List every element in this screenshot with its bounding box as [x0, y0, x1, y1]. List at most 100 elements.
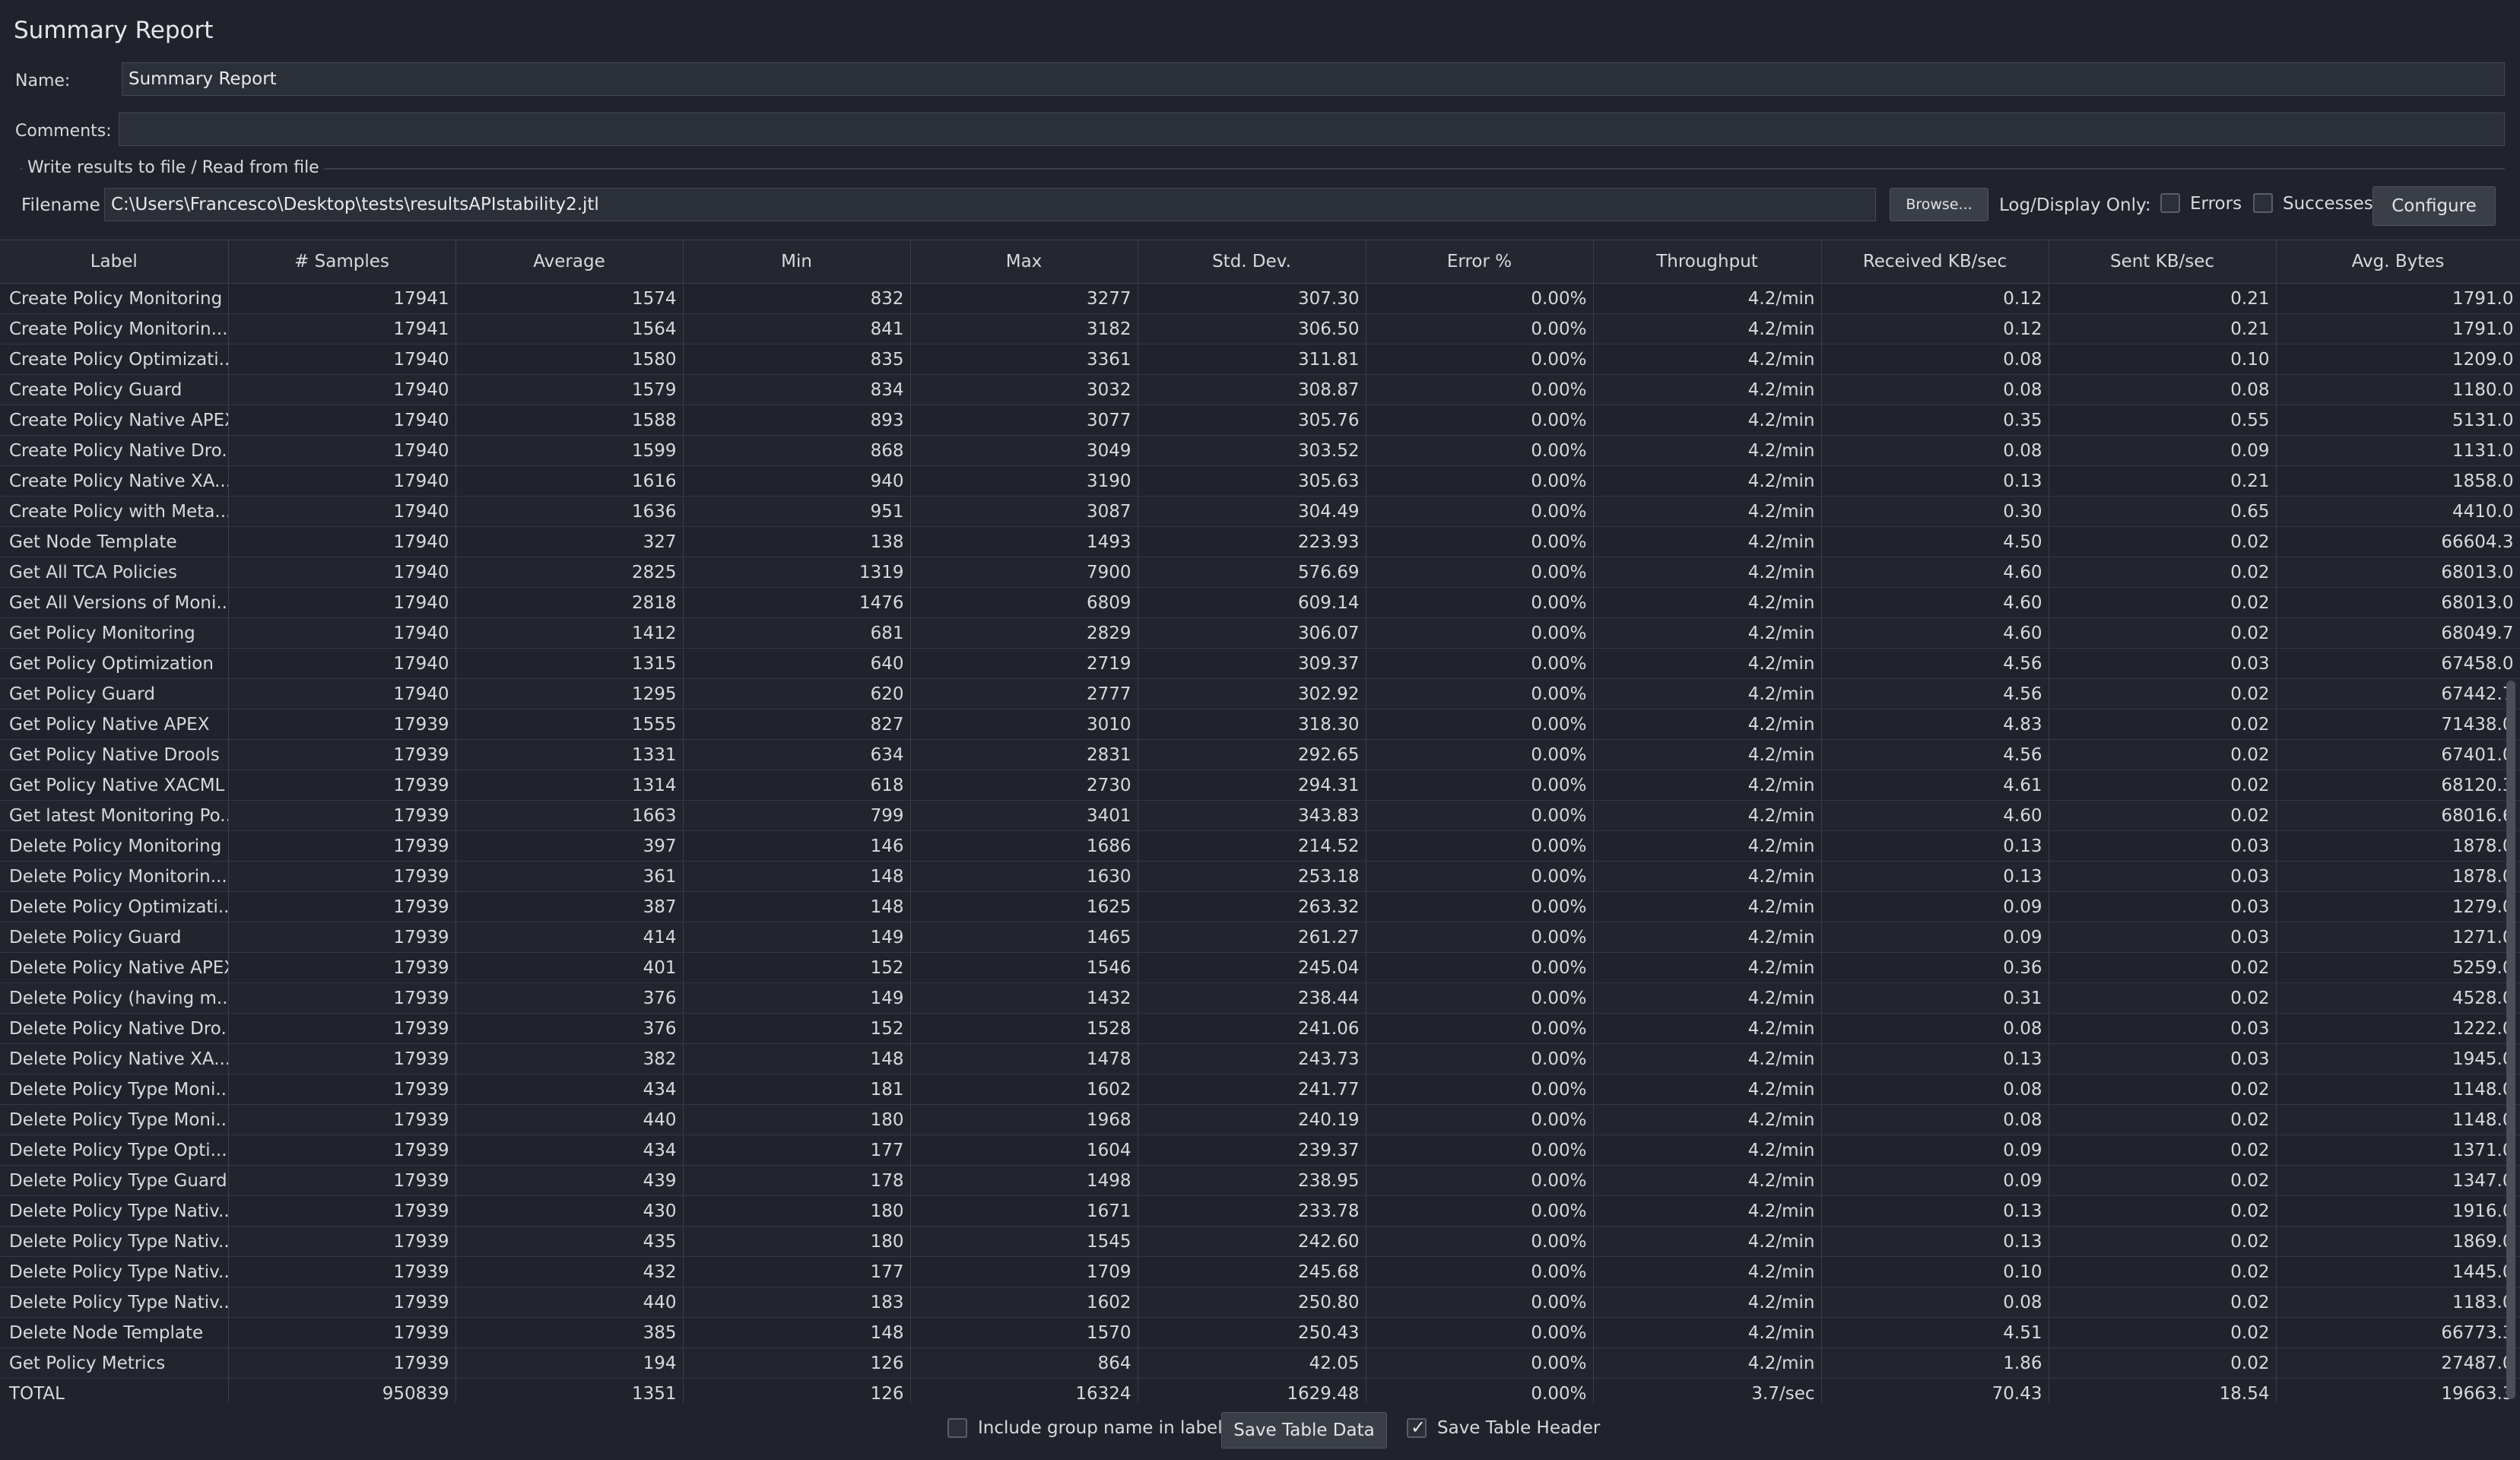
table-row[interactable]: Create Policy Guard 17940 1579 834 3032 308.8… [0, 374, 2520, 405]
table-row[interactable]: Delete Policy Type Moni... 17939 434 181 160… [0, 1074, 2520, 1105]
table-row[interactable]: Delete Policy Type Nativ... 17939 432 177 17… [0, 1256, 2520, 1287]
table-cell: 0.08 [1821, 374, 2049, 405]
table-row[interactable]: Get latest Monitoring Po... 17939 1663 799 3… [0, 800, 2520, 831]
table-row[interactable]: Get Policy Optimization 17940 1315 640 2719 3… [0, 648, 2520, 679]
table-row[interactable]: Create Policy Optimizati... 17940 1580 835 3… [0, 344, 2520, 375]
table-row[interactable]: Create Policy Native APEX 17940 1588 893 307… [0, 405, 2520, 436]
table-row[interactable]: Create Policy with Meta... 17940 1636 951 30… [0, 496, 2520, 527]
table-row[interactable]: Delete Policy Type Nativ... 17939 430 180 16… [0, 1195, 2520, 1227]
column-header-throughput[interactable]: Throughput [1593, 240, 1822, 284]
table-row[interactable]: Delete Policy Type Opti... 17939 434 177 160… [0, 1135, 2520, 1166]
comments-field[interactable] [119, 113, 2505, 146]
table-row[interactable]: Delete Policy Type Nativ... 17939 435 180 15… [0, 1226, 2520, 1257]
table-row[interactable]: Delete Policy Native APEX 17939 401 152 1546… [0, 952, 2520, 983]
table-cell: 893 [683, 405, 911, 436]
table-cell: 4.2/min [1593, 405, 1822, 436]
table-row[interactable]: Delete Node Template 17939 385 148 1570 250.4… [0, 1317, 2520, 1348]
table-cell: 4.51 [1821, 1317, 2049, 1348]
table-row[interactable]: Create Policy Native XA... 17940 1616 940 31… [0, 465, 2520, 497]
table-cell: Delete Policy Native APEX [0, 952, 229, 983]
table-cell: 950839 [228, 1378, 456, 1403]
save-table-data-button[interactable]: Save Table Data [1221, 1412, 1387, 1449]
table-row[interactable]: Delete Policy Monitorin... 17939 361 148 163… [0, 861, 2520, 892]
table-row[interactable]: Delete Policy Type Moni... 17939 440 180 196… [0, 1104, 2520, 1135]
table-row[interactable]: Delete Policy Monitoring 17939 397 146 1686 2… [0, 830, 2520, 862]
browse-button[interactable]: Browse... [1890, 188, 1988, 221]
table-row[interactable]: Get Policy Native XACML 17939 1314 618 2730 2… [0, 770, 2520, 801]
filename-field[interactable]: C:\Users\Francesco\Desktop\tests\results… [104, 188, 1876, 221]
table-row[interactable]: Get Policy Guard 17940 1295 620 2777 302.92 0.… [0, 678, 2520, 709]
table-cell: 4.2/min [1593, 435, 1822, 466]
column-header-sent-kb-sec[interactable]: Sent KB/sec [2049, 240, 2277, 284]
table-row[interactable]: Delete Policy Native Dro... 17939 376 152 15… [0, 1013, 2520, 1044]
table-row-total[interactable]: TOTAL 950839 1351 126 16324 1629.48 0.00% 3.7/s… [0, 1378, 2520, 1403]
table-cell: 0.21 [2049, 465, 2277, 497]
column-header-error[interactable]: Error % [1366, 240, 1594, 284]
table-cell: 868 [683, 435, 911, 466]
table-row[interactable]: Get All TCA Policies 17940 2825 1319 7900 576… [0, 557, 2520, 588]
file-group-border [20, 168, 2505, 170]
table-row[interactable]: Delete Policy Type Nativ... 17939 440 183 16… [0, 1287, 2520, 1318]
table-cell: 940 [683, 465, 911, 497]
table-row[interactable]: Get Node Template 17940 327 138 1493 223.93 0.… [0, 526, 2520, 557]
column-header-samples[interactable]: # Samples [228, 240, 456, 284]
table-cell: 1671 [910, 1195, 1138, 1227]
table-row[interactable]: Get Policy Metrics 17939 194 126 864 42.05 0.0… [0, 1347, 2520, 1379]
column-header-average[interactable]: Average [455, 240, 684, 284]
table-row[interactable]: Create Policy Monitoring 17941 1574 832 3277… [0, 283, 2520, 314]
table-cell: 0.65 [2049, 496, 2277, 527]
table-cell: 3401 [910, 800, 1138, 831]
file-group-legend: Write results to file / Read from file [23, 158, 324, 177]
results-table-container: Label # Samples Average Min Max Std. Dev. Erro… [0, 240, 2520, 1403]
table-cell: 17940 [228, 617, 456, 649]
table-row[interactable]: Get Policy Native Drools 17939 1331 634 2831… [0, 739, 2520, 770]
table-row[interactable]: Delete Policy Guard 17939 414 149 1465 261.27… [0, 922, 2520, 953]
errors-checkbox[interactable] [2160, 193, 2180, 213]
column-header-received-kb-sec[interactable]: Received KB/sec [1821, 240, 2049, 284]
table-cell: 180 [683, 1195, 911, 1227]
table-cell: 68013.0 [2276, 587, 2520, 618]
table-cell: 0.03 [2049, 861, 2277, 892]
column-header-min[interactable]: Min [683, 240, 911, 284]
table-cell: 0.02 [2049, 1165, 2277, 1196]
table-cell: 1616 [455, 465, 684, 497]
table-cell: Get All TCA Policies [0, 557, 229, 588]
table-row[interactable]: Get All Versions of Moni... 17940 2818 1476… [0, 587, 2520, 618]
table-cell: 0.13 [1821, 1226, 2049, 1257]
table-row[interactable]: Delete Policy Type Guard 17939 439 178 1498 2… [0, 1165, 2520, 1196]
table-cell: 834 [683, 374, 911, 405]
table-cell: 0.02 [2049, 526, 2277, 557]
table-cell: 0.08 [1821, 1104, 2049, 1135]
name-field[interactable]: Summary Report [122, 62, 2505, 96]
table-cell: 0.02 [2049, 1195, 2277, 1227]
include-group-checkbox[interactable] [947, 1418, 967, 1438]
column-header-max[interactable]: Max [910, 240, 1138, 284]
table-row[interactable]: Delete Policy Optimizati... 17939 387 148 16… [0, 891, 2520, 922]
table-cell: 1791.0 [2276, 313, 2520, 344]
table-cell: 0.08 [1821, 1074, 2049, 1105]
table-cell: 1579 [455, 374, 684, 405]
table-cell: 435 [455, 1226, 684, 1257]
table-cell: Get Node Template [0, 526, 229, 557]
table-cell: 382 [455, 1043, 684, 1074]
table-cell: 242.60 [1138, 1226, 1366, 1257]
table-cell: 951 [683, 496, 911, 527]
table-row[interactable]: Create Policy Monitorin... 17941 1564 841 31… [0, 313, 2520, 344]
table-cell: 0.02 [2049, 1317, 2277, 1348]
table-cell: 1663 [455, 800, 684, 831]
table-row[interactable]: Delete Policy (having m... 17939 376 149 143… [0, 982, 2520, 1014]
save-table-header-checkbox[interactable] [1407, 1417, 1427, 1438]
table-row[interactable]: Delete Policy Native XA... 17939 382 148 147… [0, 1043, 2520, 1074]
table-row[interactable]: Create Policy Native Dro... 17940 1599 868 3… [0, 435, 2520, 466]
table-row[interactable]: Get Policy Monitoring 17940 1412 681 2829 306… [0, 617, 2520, 649]
table-cell: 0.13 [1821, 1195, 2049, 1227]
vertical-scrollbar-thumb[interactable] [2506, 681, 2515, 1399]
column-header-label[interactable]: Label [0, 240, 229, 284]
configure-button[interactable]: Configure [2372, 186, 2496, 226]
column-header-avg-bytes[interactable]: Avg. Bytes [2276, 240, 2520, 284]
table-row[interactable]: Get Policy Native APEX 17939 1555 827 3010 31… [0, 709, 2520, 740]
table-cell: 0.02 [2049, 557, 2277, 588]
table-cell: 1869.0 [2276, 1226, 2520, 1257]
column-header-std-dev[interactable]: Std. Dev. [1138, 240, 1366, 284]
successes-checkbox[interactable] [2253, 193, 2273, 213]
